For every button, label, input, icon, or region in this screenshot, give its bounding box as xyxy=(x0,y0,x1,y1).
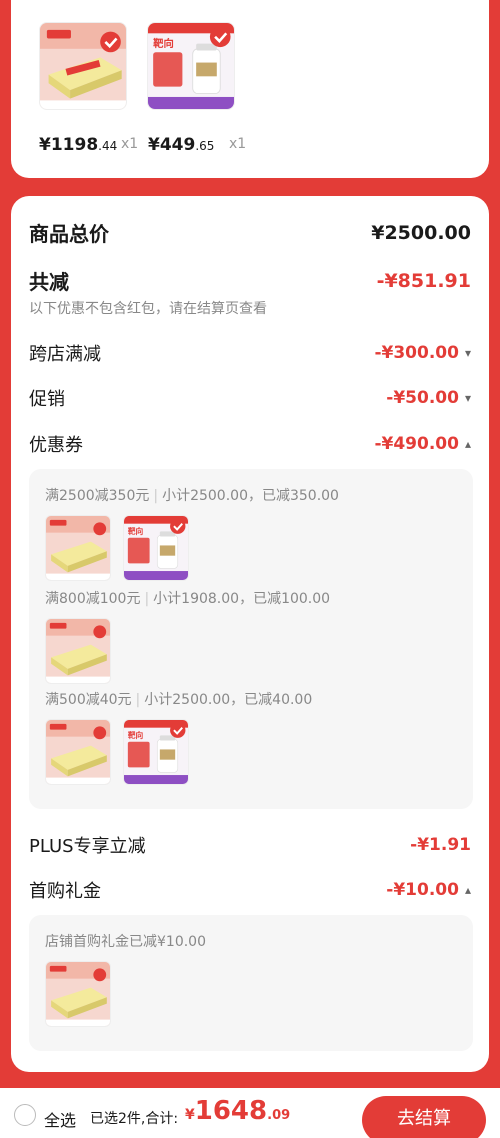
coupon-1-product-1 xyxy=(45,515,111,581)
coupon-2-text: 满800减100元 | 小计1908.00，已减100.00 xyxy=(45,591,331,607)
plus-label: PLUS专享立减 xyxy=(29,836,146,857)
gift-value-wrap: -¥10.00 ▴ xyxy=(386,880,471,900)
gift-detail-text: 店铺首购礼金已减¥10.00 xyxy=(45,934,206,950)
coupon-3-product-1 xyxy=(45,719,111,785)
product-price-2: ¥449.65 xyxy=(148,135,215,155)
reduce-row: 共减 -¥851.91 xyxy=(29,266,471,295)
promo-value: -¥50.00 xyxy=(386,388,459,408)
gift-row[interactable]: 首购礼金 -¥10.00 ▴ xyxy=(29,877,471,903)
chevron-down-icon[interactable]: ▾ xyxy=(465,346,471,360)
total-label: 商品总价 xyxy=(29,222,109,246)
radio-unchecked-icon[interactable] xyxy=(14,1104,36,1126)
plus-row: PLUS专享立减 -¥1.91 xyxy=(29,832,471,858)
discount-detail-card: 商品总价 ¥2500.00 共减 -¥851.91 以下优惠不包含红包，请在结算… xyxy=(11,196,489,1072)
promo-label: 促销 xyxy=(29,389,65,410)
chevron-down-icon[interactable]: ▾ xyxy=(465,391,471,405)
promo-row[interactable]: 促销 -¥50.00 ▾ xyxy=(29,385,471,411)
product-qty-2: x1 xyxy=(229,136,247,152)
coupon-3-text: 满500减40元 | 小计2500.00，已减40.00 xyxy=(45,692,313,708)
product-price-1: ¥1198.44 xyxy=(39,135,118,155)
cross-store-row[interactable]: 跨店满减 -¥300.00 ▾ xyxy=(29,340,471,366)
gift-value: -¥10.00 xyxy=(386,880,459,900)
coupon-1-product-2 xyxy=(123,515,189,581)
reduce-note: 以下优惠不包含红包，请在结算页查看 xyxy=(29,301,267,317)
chevron-up-icon[interactable]: ▴ xyxy=(465,883,471,897)
coupon-value: -¥490.00 xyxy=(374,434,459,454)
reduce-label: 共减 xyxy=(29,270,69,294)
coupon-3-product-2 xyxy=(123,719,189,785)
promo-value-wrap: -¥50.00 ▾ xyxy=(386,388,471,408)
total-row: 商品总价 ¥2500.00 xyxy=(29,218,471,247)
cross-store-value-wrap: -¥300.00 ▾ xyxy=(374,343,471,363)
select-all-label[interactable]: 全选 xyxy=(44,1107,76,1131)
coupon-1-text: 满2500减350元 | 小计2500.00，已减350.00 xyxy=(45,488,339,504)
total-value: ¥2500.00 xyxy=(371,221,471,244)
cross-store-value: -¥300.00 xyxy=(374,343,459,363)
checkout-button[interactable]: 去结算 xyxy=(362,1096,486,1138)
gift-product-1 xyxy=(45,961,111,1027)
selected-count-text: 已选2件,合计: xyxy=(90,1111,179,1127)
coupon-value-wrap: -¥490.00 ▴ xyxy=(374,434,471,454)
cross-store-label: 跨店满减 xyxy=(29,344,101,365)
plus-value: -¥1.91 xyxy=(410,835,471,855)
gift-label: 首购礼金 xyxy=(29,881,101,902)
reduce-value: -¥851.91 xyxy=(376,269,471,292)
coupon-row[interactable]: 优惠券 -¥490.00 ▴ xyxy=(29,431,471,457)
gift-detail-panel: 店铺首购礼金已减¥10.00 xyxy=(29,915,473,1051)
product-image-1[interactable] xyxy=(39,22,127,110)
coupon-detail-panel: 满2500减350元 | 小计2500.00，已减350.00 满800减100元 |… xyxy=(29,469,473,809)
chevron-up-icon[interactable]: ▴ xyxy=(465,437,471,451)
cart-items-card: ¥1198.44 x1 ¥449.65 x1 xyxy=(11,0,489,178)
coupon-2-product-1 xyxy=(45,618,111,684)
total-amount: ¥1648.09 xyxy=(185,1096,291,1126)
product-qty-1: x1 xyxy=(121,136,139,152)
coupon-label: 优惠券 xyxy=(29,435,83,456)
checkout-bar: 全选 已选2件,合计: ¥1648.09 去结算 xyxy=(0,1088,500,1138)
product-image-2[interactable] xyxy=(147,22,235,110)
